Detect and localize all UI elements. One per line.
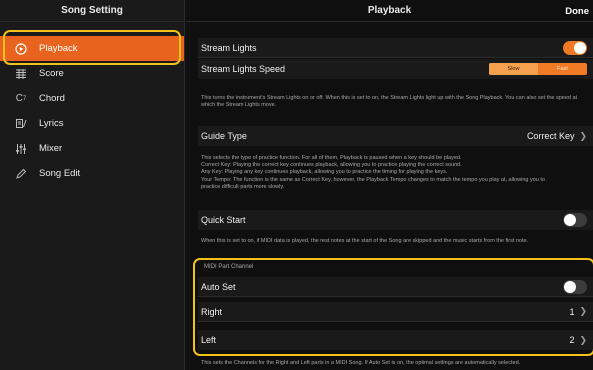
stream-lights-speed-label: Stream Lights Speed	[201, 64, 286, 74]
guide-type-label: Guide Type	[201, 131, 247, 141]
stream-lights-label: Stream Lights	[201, 42, 257, 53]
playback-highlight-frame	[3, 30, 181, 65]
sidebar-title: Song Setting	[0, 0, 184, 22]
sidebar-item-label: Song Edit	[39, 168, 81, 179]
guide-type-description: This selects the type of practice functi…	[201, 155, 591, 191]
midi-channel-description: This sets the Channels for the Right and…	[201, 360, 521, 366]
quick-start-row: Quick Start	[198, 210, 593, 230]
pencil-icon	[14, 167, 28, 181]
sidebar-item-label: Lyrics	[39, 118, 64, 129]
stream-lights-toggle[interactable]	[563, 40, 587, 55]
sidebar-item-label: Chord	[39, 93, 65, 104]
score-icon	[14, 67, 28, 81]
speed-segmented-control: Slow Fast	[489, 63, 587, 75]
done-button[interactable]: Done	[565, 6, 589, 17]
quick-start-label: Quick Start	[201, 215, 246, 225]
guide-type-value: Correct Key	[526, 131, 575, 141]
toggle-knob	[574, 41, 586, 54]
stream-lights-row: Stream Lights	[198, 38, 593, 58]
chord-icon: C7	[15, 93, 27, 104]
toggle-knob	[564, 214, 576, 226]
guide-desc-line: This selects the type of practice functi…	[201, 155, 462, 161]
guide-desc-line: Correct Key: Playing the correct key con…	[201, 162, 462, 169]
sidebar-item-lyrics[interactable]: Lyrics	[0, 111, 184, 136]
stream-lights-description: This turns the instrument's Stream Light…	[201, 95, 578, 109]
guide-desc-line: Any Key: Playing any key continues playb…	[201, 169, 448, 176]
guide-type-row[interactable]: Guide Type Correct Key ❯	[198, 126, 593, 146]
midi-highlight-frame	[193, 258, 593, 356]
song-setting-sidebar: Song Setting Playback Score C7 Chord Lyr…	[0, 0, 185, 370]
sidebar-item-label: Mixer	[39, 143, 63, 154]
quick-start-toggle[interactable]	[563, 213, 587, 227]
sidebar-item-mixer[interactable]: Mixer	[0, 136, 184, 161]
guide-desc-line: practice difficult parts more slowly.	[201, 183, 285, 190]
sidebar-item-chord[interactable]: C7 Chord	[0, 86, 184, 111]
panel-header: Playback Done	[186, 0, 593, 22]
guide-desc-line: Your Tempo: The function is the same as …	[201, 176, 545, 183]
quick-start-description: When this is set to on, if MIDI data is …	[201, 238, 529, 244]
stream-lights-speed-row: Stream Lights Speed Slow Fast	[198, 59, 593, 79]
speed-option-slow[interactable]: Slow	[489, 63, 538, 75]
sidebar-item-song-edit[interactable]: Song Edit	[0, 161, 184, 186]
playback-panel: Playback Done Stream Lights Stream Light…	[186, 0, 593, 370]
panel-title: Playback	[367, 5, 412, 16]
lyrics-icon	[14, 117, 28, 131]
mixer-icon	[14, 142, 28, 156]
sidebar-item-label: Score	[39, 68, 64, 79]
speed-option-fast[interactable]: Fast	[538, 63, 587, 75]
chevron-right-icon: ❯	[579, 130, 587, 141]
